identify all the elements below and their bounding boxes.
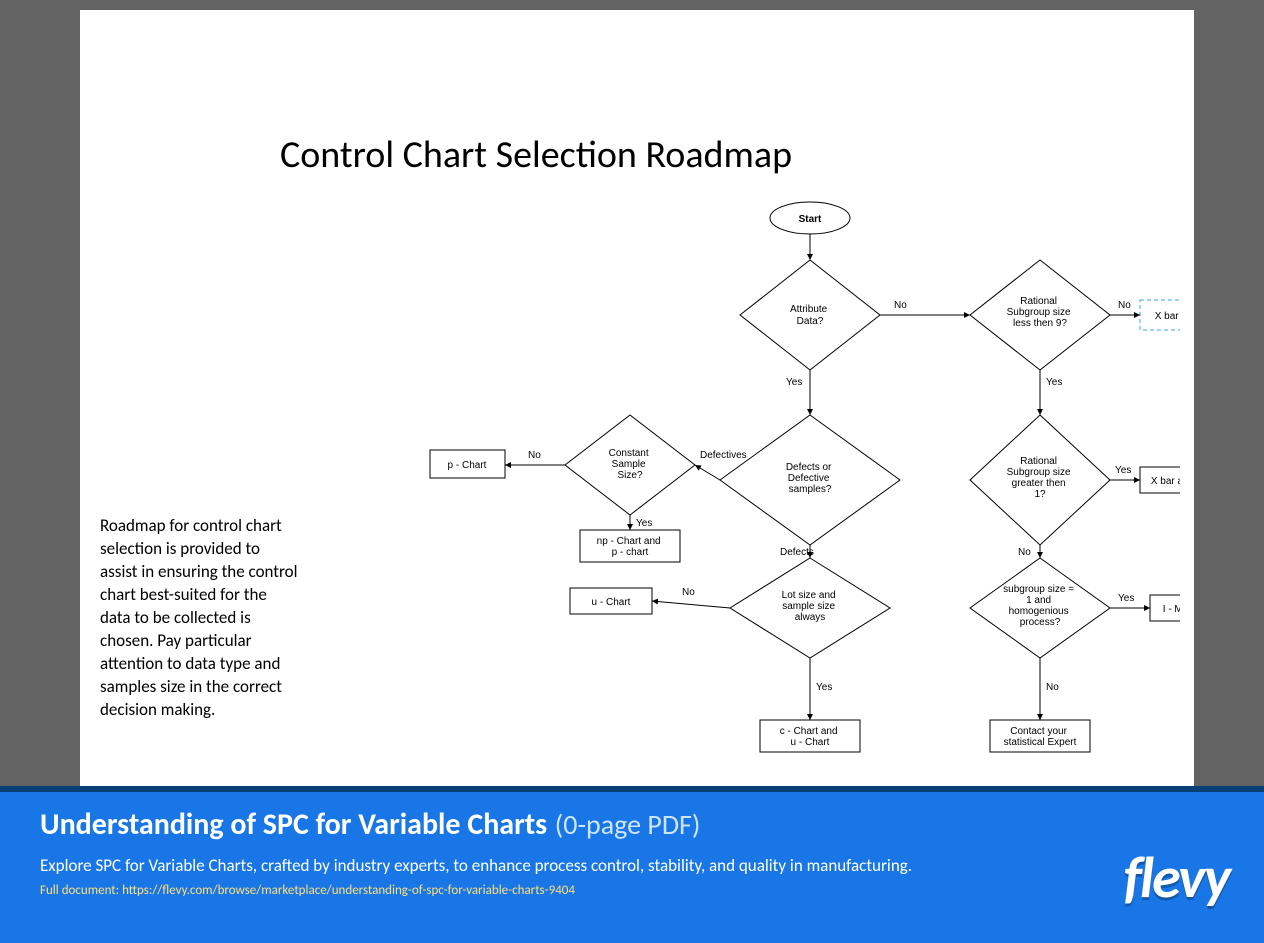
edge-defects-label: Defects xyxy=(780,547,814,558)
svg-text:np - Chart and p - c: np - Chart and p - chart xyxy=(597,536,664,558)
edge-lot-yes-label: Yes xyxy=(816,682,832,693)
edge-gt1-yes-label: Yes xyxy=(1115,465,1131,476)
svg-text:Constant Sample: Constant Sample Size? xyxy=(609,448,652,481)
roadmap-description: Roadmap for control chart selection is p… xyxy=(100,515,300,721)
edge-constant-no-label: No xyxy=(528,450,541,461)
svg-text:Defects or Defective: Defects or Defective samples? xyxy=(786,462,834,495)
edge-defectives-label: Defectives xyxy=(700,450,747,461)
node-defects-or-defective: Defects or Defective samples? xyxy=(720,415,900,545)
footer-doc-title: Understanding of SPC for Variable Charts xyxy=(40,806,547,843)
node-lot-sample-always: Lot size and sample size always xyxy=(730,558,890,658)
slide-page: Control Chart Selection Roadmap Roadmap … xyxy=(80,10,1194,786)
footer-link[interactable]: Full document: https://flevy.com/browse/… xyxy=(40,883,1224,898)
node-constant-sample: Constant Sample Size? xyxy=(565,415,695,515)
svg-text:subgroup size = 1 an: subgroup size = 1 and homogenious proces… xyxy=(1003,584,1077,628)
flevy-logo: flevy xyxy=(1123,842,1229,913)
node-i-mr-chart: I - MR Chart xyxy=(1150,595,1180,621)
node-np-p-chart: np - Chart and p - chart xyxy=(580,530,680,562)
svg-text:Rational Subgroup si: Rational Subgroup size less then 9? xyxy=(1007,296,1074,329)
edge-lt9-no-label: No xyxy=(1118,300,1131,311)
edge-lt9-yes-label: Yes xyxy=(1046,377,1062,388)
node-start-label: Start xyxy=(799,214,822,225)
footer-banner: Understanding of SPC for Variable Charts… xyxy=(0,786,1264,943)
footer-description: Explore SPC for Variable Charts, crafted… xyxy=(40,855,920,877)
svg-text:Lot size and sample: Lot size and sample size always xyxy=(782,590,839,623)
node-u-chart: u - Chart xyxy=(570,588,652,614)
node-c-u-chart: c - Chart and u - Chart xyxy=(760,720,860,752)
node-subgroup-gt1: Rational Subgroup size greater then 1? xyxy=(970,415,1110,545)
edge-lot-no-label: No xyxy=(682,587,695,598)
svg-text:p - Chart: p - Chart xyxy=(448,460,487,471)
edge-gt1-no-label: No xyxy=(1018,547,1031,558)
edge-homog-yes-label: Yes xyxy=(1118,593,1134,604)
svg-text:X bar and R chart: X bar and R chart xyxy=(1151,476,1180,487)
node-contact-expert: Contact your statistical Expert xyxy=(990,720,1090,752)
footer-doc-meta: (0-page PDF) xyxy=(555,807,701,842)
svg-text:Contact your statist: Contact your statistical Expert xyxy=(1004,726,1077,748)
flowchart: Start Attribute Data? Rational Subgroup … xyxy=(350,190,1180,780)
svg-text:Attribute Data?: Attribute Data? xyxy=(790,304,830,327)
svg-text:Rational Subgroup si: Rational Subgroup size greater then 1? xyxy=(1007,456,1074,500)
svg-text:X bar S Chart: X bar S Chart xyxy=(1155,311,1180,322)
footer-link-prefix: Full document: xyxy=(40,883,122,898)
svg-text:u - Chart: u - Chart xyxy=(592,597,631,608)
edge-attribute-no-label: No xyxy=(894,300,907,311)
node-xbar-r-chart: X bar and R chart xyxy=(1140,467,1180,493)
edge-constant-yes-label: Yes xyxy=(636,518,652,529)
node-xbar-s-chart: X bar S Chart xyxy=(1140,300,1180,330)
node-subgroup1-homogenious: subgroup size = 1 and homogenious proces… xyxy=(970,558,1110,658)
node-attribute-data: Attribute Data? xyxy=(740,260,880,370)
footer-link-url: https://flevy.com/browse/marketplace/und… xyxy=(122,883,575,898)
svg-text:c - Chart and u - Ch: c - Chart and u - Chart xyxy=(780,726,841,748)
edge-attribute-yes-label: Yes xyxy=(786,377,802,388)
slide-title: Control Chart Selection Roadmap xyxy=(280,132,792,178)
node-p-chart: p - Chart xyxy=(430,450,505,478)
node-subgroup-lt9: Rational Subgroup size less then 9? xyxy=(970,260,1110,370)
edge-homog-no-label: No xyxy=(1046,682,1059,693)
edge-lot-no xyxy=(652,601,730,608)
svg-text:I - MR Chart: I - MR Chart xyxy=(1163,604,1180,615)
edge-defectives xyxy=(695,465,720,480)
